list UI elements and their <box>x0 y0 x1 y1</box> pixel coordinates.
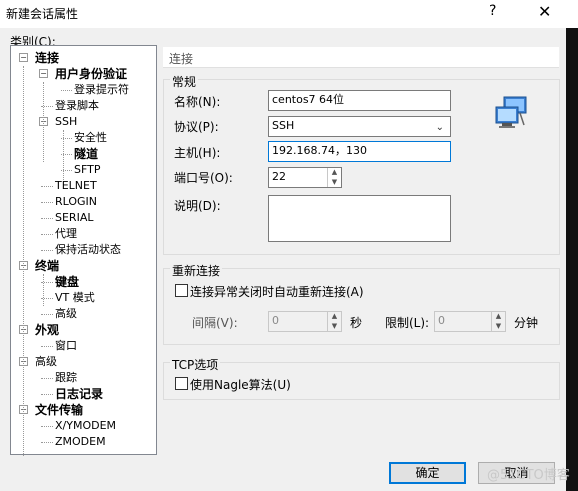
tree-connector <box>41 234 53 235</box>
protocol-label: 协议(P): <box>174 120 219 134</box>
name-input[interactable]: centos7 64位 <box>268 90 451 111</box>
interval-value: 0 <box>272 314 279 327</box>
tree-item[interactable]: 高级 <box>55 307 77 321</box>
tree-connector <box>41 394 53 395</box>
port-value: 22 <box>272 170 286 183</box>
tree-connector <box>41 314 53 315</box>
help-button[interactable]: ? <box>489 3 496 19</box>
tree-guide-line <box>63 130 64 180</box>
tree-item[interactable]: RLOGIN <box>55 195 97 209</box>
tree-connector <box>41 218 53 219</box>
nagle-label[interactable]: 使用Nagle算法(U) <box>190 376 291 393</box>
category-tree[interactable]: − 连接 − 用户身份验证 登录提示符 登录脚本 − SSH 安全性 隧道 SFTP TELNET RL… <box>10 45 157 456</box>
port-spinner[interactable]: ▲ ▼ <box>327 168 341 187</box>
spin-down-icon: ▼ <box>331 321 338 330</box>
limit-label: 限制(L): <box>385 316 430 330</box>
tree-item[interactable]: X/YMODEM <box>55 419 116 433</box>
limit-value: 0 <box>438 314 445 327</box>
limit-input: 0 ▲ ▼ <box>434 311 506 332</box>
name-label: 名称(N): <box>174 95 221 109</box>
auto-reconnect-checkbox[interactable] <box>175 284 188 297</box>
auto-reconnect-label[interactable]: 连接异常关闭时自动重新连接(A) <box>190 283 364 300</box>
description-label: 说明(D): <box>174 199 221 213</box>
tree-item[interactable]: 保持活动状态 <box>55 243 121 257</box>
tree-item[interactable]: 用户身份验证 <box>55 67 127 81</box>
tree-connector <box>61 90 72 91</box>
tree-item[interactable]: 终端 <box>35 259 59 273</box>
tree-expander-0[interactable]: − <box>19 53 28 62</box>
chevron-down-icon: ⌄ <box>435 122 444 133</box>
host-input[interactable]: 192.168.74，130 <box>268 141 451 162</box>
tree-item[interactable]: SERIAL <box>55 211 93 225</box>
tree-item[interactable]: 连接 <box>35 51 59 65</box>
tree-item[interactable]: SSH <box>55 115 77 129</box>
tree-item[interactable]: TELNET <box>55 179 97 193</box>
tcp-group-title: TCP选项 <box>170 356 221 373</box>
tree-item[interactable]: 高级 <box>35 355 57 369</box>
spin-up-icon: ▲ <box>495 312 502 320</box>
title-bar: 新建会话属性 ? ✕ <box>0 0 578 28</box>
tree-item[interactable]: 跟踪 <box>55 371 77 385</box>
tree-item[interactable]: 代理 <box>55 227 77 241</box>
network-computers-icon <box>495 96 527 128</box>
tree-item[interactable]: 登录脚本 <box>55 99 99 113</box>
tree-guide-line <box>43 82 44 162</box>
panel-header: 连接 <box>163 47 559 68</box>
tree-item[interactable]: 隧道 <box>74 147 98 161</box>
tree-connector <box>41 426 53 427</box>
port-input[interactable]: 22 ▲ ▼ <box>268 167 342 188</box>
tree-item[interactable]: 外观 <box>35 323 59 337</box>
tree-item[interactable]: ZMODEM <box>55 435 106 449</box>
spin-down-icon[interactable]: ▼ <box>328 178 341 188</box>
close-button[interactable]: ✕ <box>538 2 551 21</box>
tree-item[interactable]: VT 模式 <box>55 291 95 305</box>
protocol-value: SSH <box>272 119 295 132</box>
tree-item[interactable]: 窗口 <box>55 339 77 353</box>
watermark: @51CTO博客 <box>487 468 570 483</box>
interval-label: 间隔(V): <box>192 316 238 330</box>
tree-connector <box>41 442 53 443</box>
reconnect-group <box>163 268 560 345</box>
panel-title: 连接 <box>169 52 194 66</box>
reconnect-group-title: 重新连接 <box>170 262 223 279</box>
interval-input: 0 ▲ ▼ <box>268 311 342 332</box>
tree-guide-line <box>43 274 44 306</box>
description-textarea[interactable] <box>268 195 451 242</box>
background-window-edge <box>566 28 578 491</box>
limit-spinner: ▲ ▼ <box>491 312 505 331</box>
tree-item[interactable]: 日志记录 <box>55 387 103 401</box>
tree-item[interactable]: 登录提示符 <box>74 83 129 97</box>
tree-guide-line <box>23 66 24 456</box>
tree-item[interactable]: 文件传输 <box>35 403 83 417</box>
tree-item[interactable]: SFTP <box>74 163 100 177</box>
protocol-select[interactable]: SSH ⌄ <box>268 116 451 137</box>
limit-unit: 分钟 <box>514 316 539 330</box>
tree-expander-1[interactable]: − <box>39 69 48 78</box>
tree-item[interactable]: 安全性 <box>74 131 107 145</box>
window-title: 新建会话属性 <box>6 7 79 21</box>
nagle-checkbox[interactable] <box>175 377 188 390</box>
port-label: 端口号(O): <box>174 171 233 185</box>
tree-connector <box>41 378 53 379</box>
interval-spinner: ▲ ▼ <box>327 312 341 331</box>
tree-connector <box>41 346 53 347</box>
general-group-title: 常规 <box>170 73 199 90</box>
spin-down-icon: ▼ <box>495 321 502 330</box>
spin-up-icon[interactable]: ▲ <box>328 168 341 178</box>
tree-connector <box>41 250 53 251</box>
spin-up-icon: ▲ <box>331 312 338 320</box>
host-label: 主机(H): <box>174 146 221 160</box>
tree-connector <box>41 202 53 203</box>
tree-connector <box>41 186 53 187</box>
interval-unit: 秒 <box>350 316 363 330</box>
tree-item[interactable]: 键盘 <box>55 275 79 289</box>
ok-button[interactable]: 确定 <box>389 462 466 484</box>
